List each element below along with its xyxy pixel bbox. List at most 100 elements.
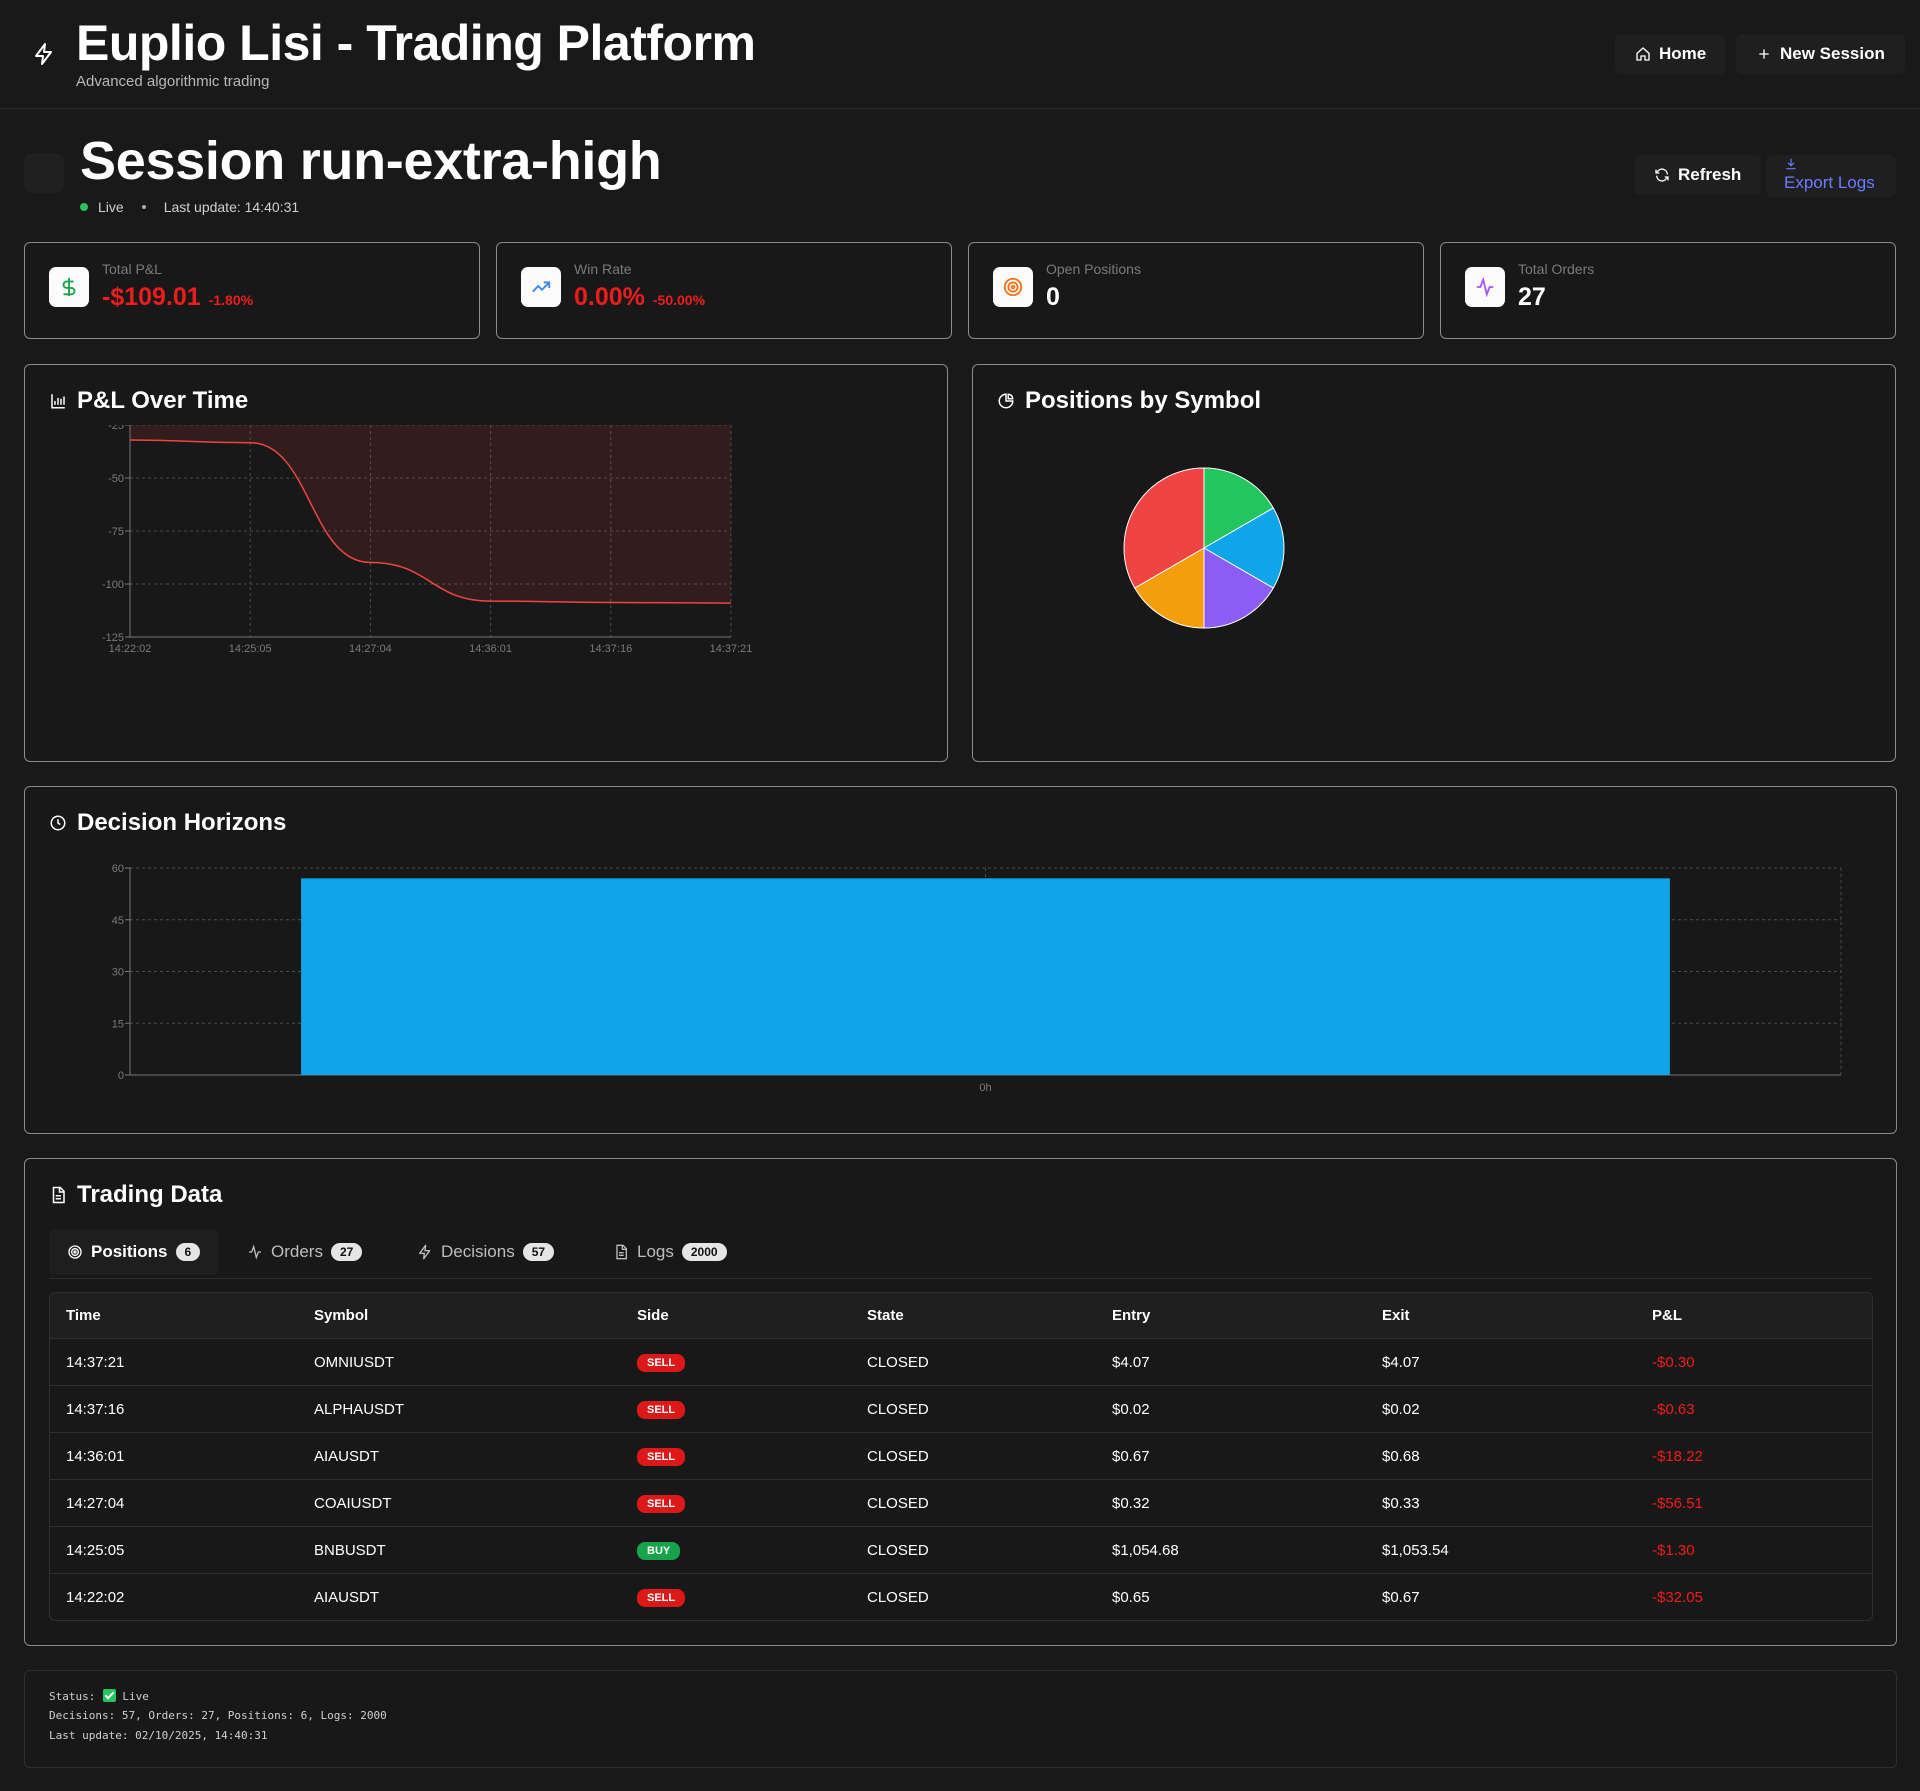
cell-time: 14:27:04 xyxy=(66,1494,125,1512)
column-header-time: Time xyxy=(66,1307,101,1324)
y-tick-label: -50 xyxy=(108,473,124,485)
table-row[interactable]: 14:27:04 COAIUSDT SELL CLOSED $0.32 $0.3… xyxy=(50,1479,1872,1526)
stat-card-open-positions: Open Positions 0 xyxy=(968,242,1424,339)
tab-orders[interactable]: Orders 27 xyxy=(229,1229,380,1275)
pie-chart-icon xyxy=(998,393,1014,409)
positions-chart-panel: Positions by Symbol xyxy=(972,364,1896,762)
cell-exit: $0.68 xyxy=(1382,1447,1420,1465)
status-last-update: Last update: 02/10/2025, 14:40:31 xyxy=(49,1729,268,1742)
side-badge: SELL xyxy=(637,1353,686,1372)
x-tick-label: 14:22:02 xyxy=(109,643,152,655)
export-logs-button[interactable]: Export Logs xyxy=(1766,155,1896,197)
trending-up-icon xyxy=(532,281,551,293)
tab-count-badge: 2000 xyxy=(681,1243,727,1261)
cell-entry: $0.02 xyxy=(1112,1400,1150,1418)
tab-decisions[interactable]: Decisions 57 xyxy=(399,1229,572,1275)
y-tick-label: -100 xyxy=(102,579,124,591)
live-dot xyxy=(80,203,88,211)
table-row[interactable]: 14:25:05 BNBUSDT BUY CLOSED $1,054.68 $1… xyxy=(50,1526,1872,1573)
cell-pnl: -$56.51 xyxy=(1652,1494,1703,1512)
target-icon xyxy=(1003,277,1023,297)
stat-value-row: 0.00% -50.00% xyxy=(574,283,705,312)
column-header-exit: Exit xyxy=(1382,1307,1410,1324)
status-line: Status: Live xyxy=(49,1689,149,1703)
bar-chart-icon xyxy=(51,394,65,409)
cell-time: 14:36:01 xyxy=(66,1447,125,1465)
pnl-chart-panel: P&L Over Time -25 -50 -75 -100 -125 14:22:02 1… xyxy=(24,364,948,762)
refresh-label: Refresh xyxy=(1678,165,1742,184)
tab-label: Orders xyxy=(271,1242,323,1261)
cell-entry: $0.65 xyxy=(1112,1588,1150,1606)
trading-data-panel: Trading Data Positions 6 Orders 27 Decis… xyxy=(24,1158,1897,1646)
y-tick-label: 30 xyxy=(112,967,124,979)
separator-dot xyxy=(141,205,146,209)
stat-change: -1.80% xyxy=(208,292,254,308)
stat-card-total-orders: Total Orders 27 xyxy=(1440,242,1896,339)
tab-label: Logs xyxy=(637,1242,674,1261)
session-title: Session run-extra-high xyxy=(80,131,662,191)
cell-state: CLOSED xyxy=(867,1353,929,1371)
dollar-icon xyxy=(62,277,76,297)
table-row[interactable]: 14:37:21 OMNIUSDT SELL CLOSED $4.07 $4.0… xyxy=(50,1338,1872,1385)
stat-value-row: 27 xyxy=(1518,283,1546,312)
app-title: Euplio Lisi - Trading Platform xyxy=(76,15,756,71)
cell-time: 14:25:05 xyxy=(66,1541,125,1559)
cell-side: SELL xyxy=(621,1400,851,1419)
status-counts: Decisions: 57, Orders: 27, Positions: 6,… xyxy=(49,1709,387,1722)
side-badge: SELL xyxy=(637,1494,686,1513)
cell-state: CLOSED xyxy=(867,1400,929,1418)
cell-side: SELL xyxy=(621,1494,851,1513)
tab-label: Positions xyxy=(91,1242,168,1261)
new-session-button[interactable]: New Session xyxy=(1736,34,1905,74)
cell-exit: $1,053.54 xyxy=(1382,1541,1449,1559)
target-icon xyxy=(68,1245,82,1259)
positions-chart-title: Positions by Symbol xyxy=(997,387,1261,415)
y-tick-label: -75 xyxy=(108,526,124,538)
activity-icon xyxy=(249,1244,261,1260)
tab-positions[interactable]: Positions 6 xyxy=(49,1229,219,1275)
tab-count-badge: 27 xyxy=(330,1243,363,1261)
cell-side: BUY xyxy=(621,1541,851,1560)
tab-logs[interactable]: Logs 2000 xyxy=(595,1229,745,1275)
cell-side: SELL xyxy=(621,1447,851,1466)
tab-label: Decisions xyxy=(441,1242,515,1261)
document-icon xyxy=(52,1186,65,1204)
stat-icon-box xyxy=(49,267,89,307)
area-fill xyxy=(130,425,731,604)
stat-card-win-rate: Win Rate 0.00% -50.00% xyxy=(496,242,952,339)
status-label: Status: xyxy=(49,1690,96,1703)
positions-table: Time Symbol Side State Entry Exit P&L 14… xyxy=(49,1292,1873,1621)
x-tick-label: 14:37:16 xyxy=(589,643,632,655)
export-logs-label: Export Logs xyxy=(1784,173,1875,192)
activity-icon xyxy=(1476,276,1494,298)
document-icon xyxy=(616,1244,627,1260)
pnl-chart: -25-50-75-100-12514:22:02 14:25:05 14:27:0… xyxy=(102,425,752,655)
cell-symbol: OMNIUSDT xyxy=(314,1353,394,1371)
cell-exit: $0.67 xyxy=(1382,1588,1420,1606)
refresh-icon xyxy=(1655,168,1669,182)
new-session-label: New Session xyxy=(1780,44,1885,63)
table-row[interactable]: 14:36:01 AIAUSDT SELL CLOSED $0.67 $0.68… xyxy=(50,1432,1872,1479)
side-badge: BUY xyxy=(637,1541,681,1560)
cell-entry: $0.67 xyxy=(1112,1447,1150,1465)
cell-state: CLOSED xyxy=(867,1588,929,1606)
refresh-button[interactable]: Refresh xyxy=(1634,155,1762,195)
tab-count-badge: 57 xyxy=(522,1243,555,1261)
cell-symbol: ALPHAUSDT xyxy=(314,1400,405,1418)
cell-symbol: BNBUSDT xyxy=(314,1541,386,1559)
stat-value: 27 xyxy=(1518,283,1546,311)
stat-value: -$109.01 xyxy=(102,283,201,311)
table-row[interactable]: 14:37:16 ALPHAUSDT SELL CLOSED $0.02 $0.… xyxy=(50,1385,1872,1432)
clock-icon xyxy=(50,815,66,831)
home-button[interactable]: Home xyxy=(1615,34,1727,74)
cell-side: SELL xyxy=(621,1588,851,1607)
session-avatar xyxy=(24,153,64,193)
stat-value: 0 xyxy=(1046,283,1060,311)
side-badge: SELL xyxy=(637,1447,686,1466)
pnl-chart-title: P&L Over Time xyxy=(49,387,248,415)
table-row[interactable]: 14:22:02 AIAUSDT SELL CLOSED $0.65 $0.67… xyxy=(50,1573,1872,1620)
cell-symbol: COAIUSDT xyxy=(314,1494,392,1512)
x-tick-label: 0h xyxy=(979,1082,991,1094)
stat-change: -50.00% xyxy=(652,292,706,308)
cell-pnl: -$18.22 xyxy=(1652,1447,1703,1465)
